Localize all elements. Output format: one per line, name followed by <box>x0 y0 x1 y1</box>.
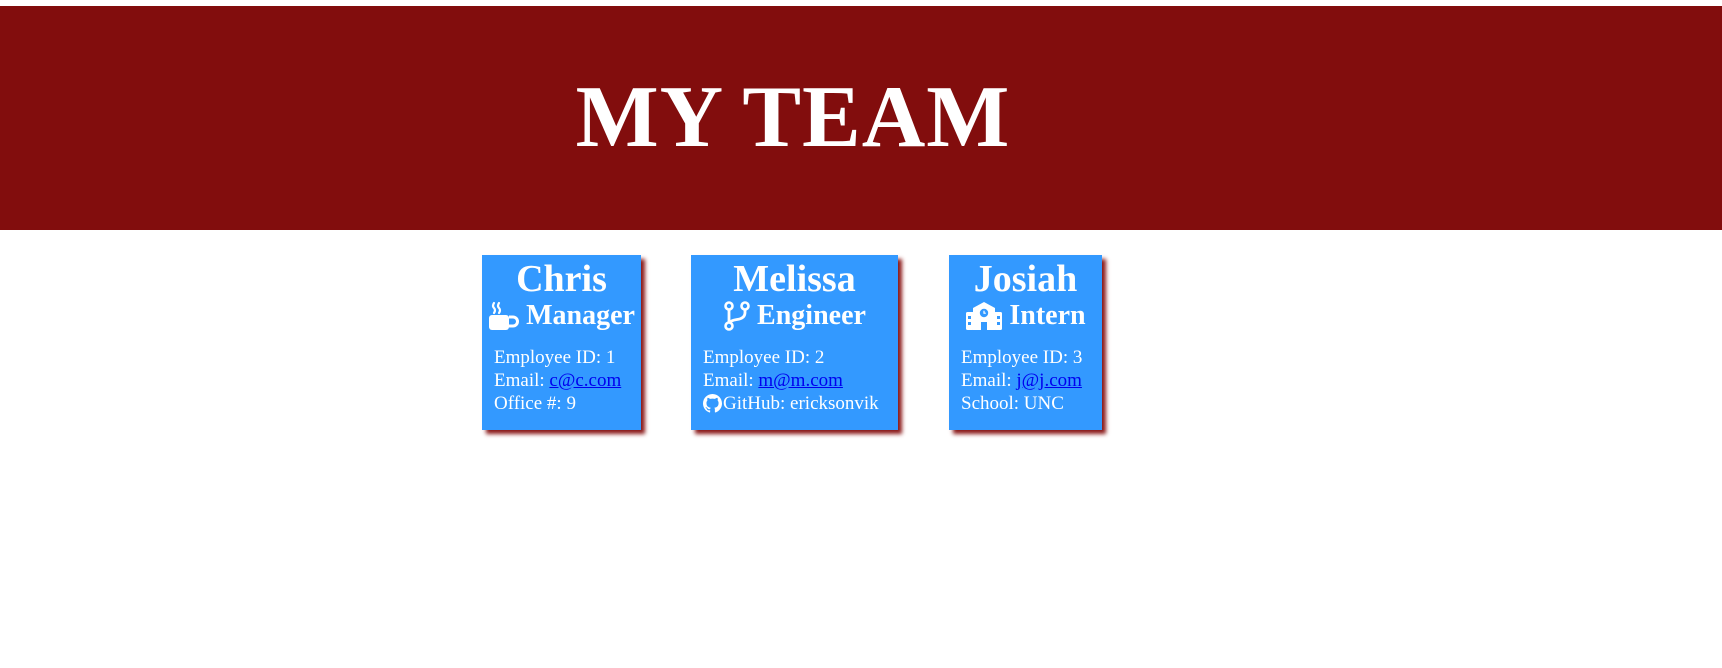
email-link[interactable]: m@m.com <box>758 369 843 392</box>
email-link[interactable]: j@j.com <box>1016 369 1082 392</box>
employee-id: Employee ID: 3 <box>961 347 1083 368</box>
employee-school: School: UNC <box>961 393 1064 414</box>
employee-name: Melissa <box>733 258 856 300</box>
github-icon <box>703 394 722 413</box>
coffee-cup-icon <box>488 301 520 331</box>
employee-role: Engineer <box>691 299 898 333</box>
employee-id: Employee ID: 2 <box>703 347 825 368</box>
employee-card-intern: Josiah Intern Employee ID: 3 Email: j@j.… <box>949 255 1102 430</box>
employee-info: Employee ID: 2 Email: m@m.com GitHub: er… <box>691 346 898 415</box>
employee-role-label: Engineer <box>757 300 866 331</box>
email-label: Email: <box>703 370 754 391</box>
code-branch-icon <box>723 301 751 331</box>
school-icon <box>965 301 1003 331</box>
employee-id: Employee ID: 1 <box>494 347 616 368</box>
employee-role: Intern <box>949 299 1102 333</box>
page-title: MY TEAM <box>575 69 1011 166</box>
email-label: Email: <box>494 370 545 391</box>
employee-email-line: Email: m@m.com <box>703 369 898 392</box>
employee-role-label: Intern <box>1009 300 1086 331</box>
employee-email-line: Email: c@c.com <box>494 369 641 392</box>
employee-office: Office #: 9 <box>494 393 576 414</box>
email-label: Email: <box>961 370 1012 391</box>
employee-github: GitHub: ericksonvik <box>723 393 879 414</box>
employee-info: Employee ID: 3 Email: j@j.com School: UN… <box>949 346 1102 415</box>
employee-role-label: Manager <box>526 300 635 331</box>
employee-role: Manager <box>482 299 641 333</box>
employee-github-line: GitHub: ericksonvik <box>703 392 898 415</box>
employee-name: Chris <box>516 258 607 300</box>
employee-card-manager: Chris Manager Employee ID: 1 Email: c@c.… <box>482 255 641 430</box>
employee-info: Employee ID: 1 Email: c@c.com Office #: … <box>482 346 641 415</box>
employee-name: Josiah <box>973 258 1078 300</box>
employee-card-engineer: Melissa Engineer Employee ID: 2 Email: m… <box>691 255 898 430</box>
email-link[interactable]: c@c.com <box>549 369 621 392</box>
employee-email-line: Email: j@j.com <box>961 369 1102 392</box>
page-header: MY TEAM <box>0 6 1722 230</box>
